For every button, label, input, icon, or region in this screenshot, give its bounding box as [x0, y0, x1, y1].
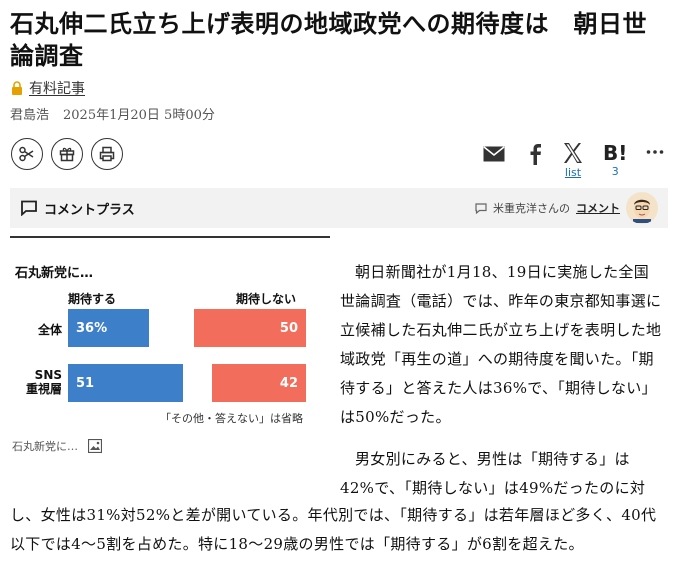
chart-divider [10, 236, 330, 238]
paid-article-label[interactable]: 有料記事 [29, 78, 85, 98]
comment-link[interactable]: コメント [576, 200, 620, 216]
comment-plus-title: コメントプラス [44, 202, 135, 218]
row-label-sns: SNS 重視層 [20, 368, 62, 396]
publish-date: 2025年1月20日 5時00分 [63, 108, 215, 123]
paragraph-1: 朝日新聞社が1月18、19日に実施した全国世論調査（電話）では、昨年の東京都知事… [340, 263, 662, 426]
hatena-bookmark-button[interactable]: B! 3 [603, 143, 627, 178]
figure-caption[interactable]: 石丸新党に… [12, 438, 102, 454]
more-icon [646, 150, 664, 154]
article-body: 朝日新聞社が1月18、19日に実施した全国世論調査（電話）では、昨年の東京都知事… [340, 258, 662, 448]
commenter-info[interactable]: 米重克洋さんの コメント [475, 192, 658, 224]
legend-not-expect: 期待しない [236, 292, 297, 306]
chart-note: 「その他・答えない」は省略 [160, 412, 303, 425]
paragraph-2-continued: し、女性は31%対52%と差が開いている。年代別では、「期待する」は若年層ほど多… [10, 506, 657, 553]
hatena-bookmark-icon: B! [603, 141, 628, 165]
commenter-text: 米重克洋さんの [493, 202, 570, 215]
mail-share-button[interactable] [483, 146, 505, 162]
bar-value-not-expect-overall: 50 [279, 320, 298, 336]
facebook-icon [530, 144, 541, 165]
x-icon [564, 143, 582, 163]
more-button[interactable] [646, 149, 664, 155]
gift-icon [59, 147, 75, 162]
print-button[interactable] [91, 138, 123, 170]
legend-expect: 期待する [68, 292, 117, 306]
bar-value-expect-overall: 36% [76, 320, 108, 336]
paragraph-2-start: 男女別にみると、男性は「期待する」は42%で、「期待しない」は49%だったのに対 [340, 450, 646, 497]
bar-not-expect-sns: 42 [211, 364, 306, 402]
expectation-chart[interactable]: 石丸新党に… 期待する 期待しない 全体 36% 50 SNS 重視層 51 4… [10, 252, 330, 467]
figure-caption-text: 石丸新党に… [12, 440, 78, 453]
bar-value-not-expect-sns: 42 [279, 375, 298, 391]
facebook-share-button[interactable] [528, 143, 542, 165]
article-headline: 石丸伸二氏立ち上げ表明の地域政党への期待度は 朝日世論調査 [10, 9, 647, 70]
hatena-bookmark-count: 3 [611, 165, 619, 178]
bar-not-expect-overall: 50 [193, 309, 306, 347]
lock-icon [12, 81, 22, 95]
x-share-button[interactable]: list [563, 142, 583, 179]
byline: 君島浩 2025年1月20日 5時00分 [10, 104, 215, 123]
bar-expect-overall: 36% [68, 309, 149, 347]
print-icon [99, 146, 115, 162]
comment-plus-bar: コメントプラス 米重克洋さんの コメント [10, 188, 668, 228]
row-label-overall: 全体 [37, 323, 62, 337]
clip-button[interactable] [11, 138, 43, 170]
gift-button[interactable] [51, 138, 83, 170]
row-label-sns-line1: SNS [34, 368, 62, 382]
scissors-icon [19, 146, 34, 162]
avatar-face-icon [627, 193, 657, 223]
mail-icon [483, 146, 505, 162]
commenter-avatar[interactable] [626, 192, 658, 224]
row-label-sns-line2: 重視層 [25, 382, 62, 396]
paid-article-badge: 有料記事 [10, 78, 85, 98]
x-list-link[interactable]: list [565, 166, 581, 179]
author-name: 君島浩 [10, 108, 50, 123]
comment-icon [21, 200, 37, 216]
speech-bubble-icon [475, 202, 487, 214]
bar-expect-sns: 51 [68, 364, 183, 402]
bar-value-expect-sns: 51 [76, 375, 95, 391]
chart-title: 石丸新党に… [15, 266, 94, 281]
image-icon [88, 439, 102, 453]
